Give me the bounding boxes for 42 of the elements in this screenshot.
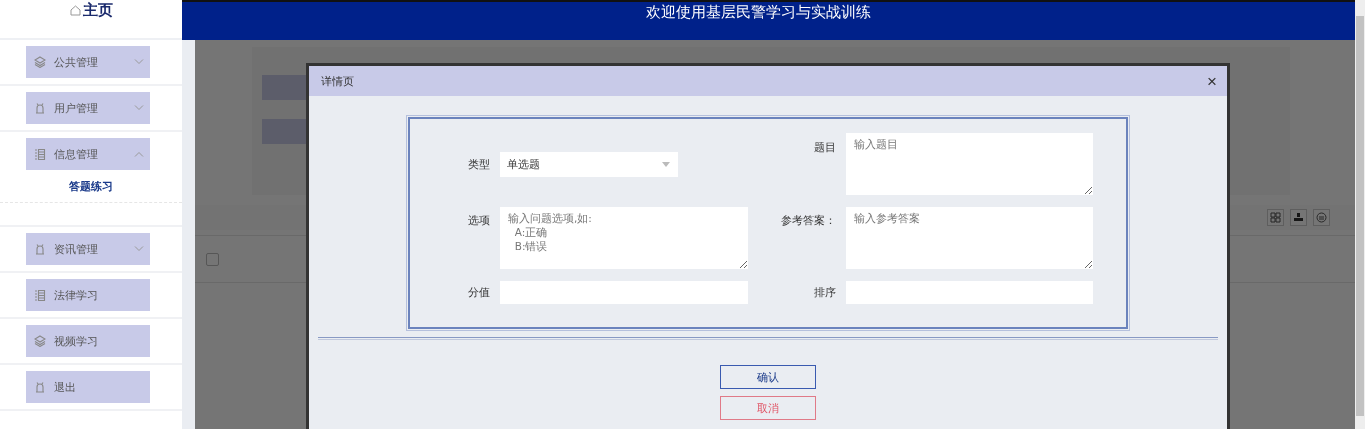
sidebar-item[interactable]: 法律学习 <box>26 279 150 311</box>
sidebar-item[interactable]: 信息管理 <box>26 138 150 170</box>
sidebar-item[interactable]: 用户管理 <box>26 92 150 124</box>
alarm-icon <box>34 243 46 255</box>
field-label: 选项 <box>467 213 491 229</box>
confirm-button[interactable]: 确认 <box>720 365 816 389</box>
home-icon <box>69 5 81 16</box>
layers-icon <box>34 335 46 347</box>
alarm-icon <box>34 102 46 114</box>
grid-icon[interactable] <box>1267 209 1284 226</box>
alarm-icon <box>34 381 46 393</box>
list-icon <box>34 148 46 160</box>
checkbox[interactable] <box>206 252 219 266</box>
field-label: 题目 <box>813 140 837 156</box>
sidebar-item[interactable]: 公共管理 <box>26 46 150 78</box>
sidebar-item[interactable]: 资讯管理 <box>26 233 150 265</box>
text-area[interactable]: 输入题目 <box>846 133 1093 195</box>
type-select[interactable]: 单选题 <box>500 151 678 177</box>
field-label: 排序 <box>813 285 837 300</box>
close-button[interactable]: × <box>1207 72 1217 90</box>
text-area[interactable]: 输入参考答案 <box>846 207 1093 269</box>
dialog-title: 详情页 <box>321 73 354 89</box>
sidebar-item[interactable]: 退出 <box>26 371 150 403</box>
field-label: 分值 <box>467 285 491 300</box>
header-title: 欢迎使用基层民警学习与实战训练 <box>646 3 871 23</box>
field-label: 类型 <box>467 156 491 172</box>
chevron-icon <box>134 151 144 157</box>
cancel-button[interactable]: 取消 <box>720 396 816 420</box>
print-icon[interactable] <box>1313 209 1330 226</box>
home-link[interactable]: 主页 <box>82 1 113 20</box>
caret-icon <box>662 161 670 167</box>
list-icon <box>34 289 46 301</box>
chevron-icon <box>134 246 144 252</box>
chevron-icon <box>134 59 144 65</box>
chevron-icon <box>134 105 144 111</box>
layers-icon <box>34 56 46 68</box>
scrollbar[interactable] <box>1355 0 1365 429</box>
field-label: 参考答案： <box>780 213 837 229</box>
stamp-icon[interactable] <box>1290 209 1307 226</box>
submenu-item[interactable]: 答题练习 <box>69 180 113 193</box>
sidebar-item[interactable]: 视频学习 <box>26 325 150 357</box>
text-area[interactable]: 输入问题选项,如: A:正确 B:错误 <box>500 207 748 269</box>
